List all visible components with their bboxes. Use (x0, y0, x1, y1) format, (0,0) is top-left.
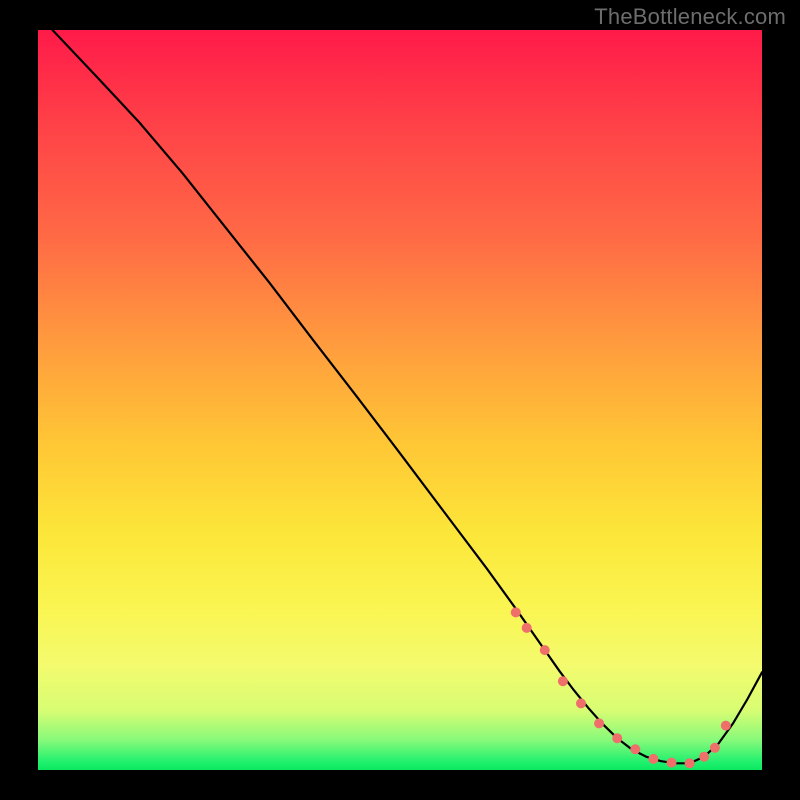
highlight-dot (710, 743, 720, 753)
highlight-dot (630, 744, 640, 754)
highlight-dot (576, 698, 586, 708)
watermark-text: TheBottleneck.com (594, 4, 786, 30)
highlight-dot (612, 733, 622, 743)
highlight-dots (511, 607, 731, 768)
highlight-dot (648, 754, 658, 764)
highlight-dot (685, 758, 695, 768)
highlight-dot (699, 752, 709, 762)
highlight-dot (522, 623, 532, 633)
chart-frame: TheBottleneck.com (0, 0, 800, 800)
highlight-dot (594, 718, 604, 728)
plot-area (38, 30, 762, 770)
highlight-dot (540, 645, 550, 655)
curve-layer (38, 30, 762, 770)
main-curve (53, 30, 763, 763)
highlight-dot (721, 721, 731, 731)
highlight-dot (511, 607, 521, 617)
highlight-dot (558, 676, 568, 686)
highlight-dot (667, 758, 677, 768)
